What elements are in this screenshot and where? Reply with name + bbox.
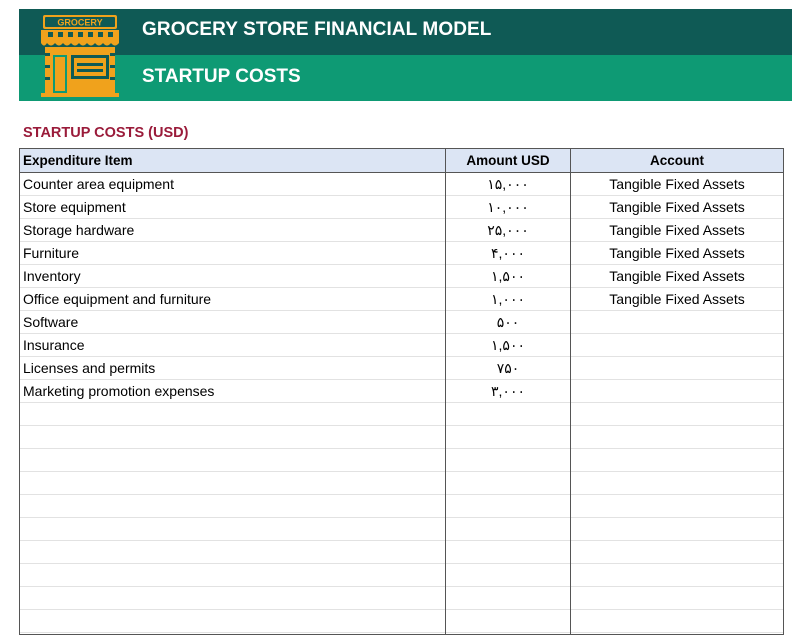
column-header-expenditure-item: Expenditure Item: [23, 153, 133, 168]
amount-cell[interactable]: [446, 587, 570, 610]
amount-cell[interactable]: [446, 449, 570, 472]
table-row[interactable]: [20, 564, 783, 587]
table-row[interactable]: [20, 472, 783, 495]
table-row[interactable]: Marketing promotion expenses ۳,۰۰۰: [20, 380, 783, 403]
amount-cell[interactable]: ۲۵,۰۰۰: [446, 219, 570, 242]
expenditure-item-cell[interactable]: [23, 564, 443, 587]
account-cell[interactable]: Tangible Fixed Assets: [571, 173, 783, 196]
table-row[interactable]: Counter area equipment ۱۵,۰۰۰ Tangible Fix…: [20, 173, 783, 196]
account-cell[interactable]: [571, 587, 783, 610]
expenditure-item-cell[interactable]: [23, 495, 443, 518]
table-row[interactable]: Furniture ۴,۰۰۰ Tangible Fixed Assets: [20, 242, 783, 265]
table-row[interactable]: Licenses and permits ۷۵۰: [20, 357, 783, 380]
account-cell[interactable]: [571, 518, 783, 541]
table-row[interactable]: [20, 426, 783, 449]
column-divider: [570, 149, 571, 634]
expenditure-item-cell[interactable]: [23, 541, 443, 564]
account-cell[interactable]: Tangible Fixed Assets: [571, 242, 783, 265]
account-cell[interactable]: Tangible Fixed Assets: [571, 196, 783, 219]
expenditure-item-cell[interactable]: [23, 610, 443, 633]
account-cell[interactable]: Tangible Fixed Assets: [571, 265, 783, 288]
section-title: STARTUP COSTS (USD): [23, 125, 189, 141]
expenditure-item-cell[interactable]: Store equipment: [23, 196, 443, 219]
page-title: STARTUP COSTS: [142, 66, 301, 87]
account-cell[interactable]: Tangible Fixed Assets: [571, 219, 783, 242]
expenditure-item-cell[interactable]: Insurance: [23, 334, 443, 357]
app-title: GROCERY STORE FINANCIAL MODEL: [142, 19, 492, 40]
expenditure-item-cell[interactable]: [23, 472, 443, 495]
amount-cell[interactable]: [446, 564, 570, 587]
account-cell[interactable]: Tangible Fixed Assets: [571, 288, 783, 311]
amount-cell[interactable]: [446, 610, 570, 633]
expenditure-item-cell[interactable]: [23, 587, 443, 610]
table-row[interactable]: [20, 449, 783, 472]
amount-cell[interactable]: [446, 403, 570, 426]
header-subtitle-band: [19, 55, 792, 101]
amount-cell[interactable]: [446, 426, 570, 449]
account-cell[interactable]: [571, 564, 783, 587]
table-row[interactable]: Office equipment and furniture ۱,۰۰۰ Tangi…: [20, 288, 783, 311]
logo-text: GROCERY: [57, 18, 102, 28]
column-header-account: Account: [650, 153, 704, 168]
expenditure-item-cell[interactable]: [23, 518, 443, 541]
column-divider: [445, 149, 446, 634]
account-cell[interactable]: [571, 495, 783, 518]
amount-cell[interactable]: ۱,۰۰۰: [446, 288, 570, 311]
amount-cell[interactable]: ۴,۰۰۰: [446, 242, 570, 265]
expenditure-item-cell[interactable]: [23, 426, 443, 449]
table-row[interactable]: Software ۵۰۰: [20, 311, 783, 334]
expenditure-item-cell[interactable]: [23, 403, 443, 426]
amount-cell[interactable]: [446, 518, 570, 541]
expenditure-item-cell[interactable]: Inventory: [23, 265, 443, 288]
account-cell[interactable]: [571, 426, 783, 449]
header: GROCERY GROCERY STORE FINANCIAL MODEL ST…: [19, 9, 792, 101]
account-cell[interactable]: [571, 449, 783, 472]
amount-cell[interactable]: ۱۵,۰۰۰: [446, 173, 570, 196]
table-row[interactable]: Inventory ۱,۵۰۰ Tangible Fixed Assets: [20, 265, 783, 288]
account-cell[interactable]: [571, 311, 783, 334]
table-row[interactable]: [20, 518, 783, 541]
amount-cell[interactable]: ۱۰,۰۰۰: [446, 196, 570, 219]
amount-cell[interactable]: [446, 472, 570, 495]
account-cell[interactable]: [571, 541, 783, 564]
table-row[interactable]: [20, 495, 783, 518]
startup-costs-table: Expenditure Item Amount USD Account Coun…: [19, 148, 784, 635]
account-cell[interactable]: [571, 357, 783, 380]
grocery-store-icon: GROCERY: [41, 15, 119, 97]
table-row[interactable]: [20, 610, 783, 633]
amount-cell[interactable]: ۱,۵۰۰: [446, 265, 570, 288]
account-cell[interactable]: [571, 472, 783, 495]
expenditure-item-cell[interactable]: Office equipment and furniture: [23, 288, 443, 311]
amount-cell[interactable]: [446, 541, 570, 564]
expenditure-item-cell[interactable]: Storage hardware: [23, 219, 443, 242]
amount-cell[interactable]: ۱,۵۰۰: [446, 334, 570, 357]
expenditure-item-cell[interactable]: Marketing promotion expenses: [23, 380, 443, 403]
amount-cell[interactable]: ۷۵۰: [446, 357, 570, 380]
expenditure-item-cell[interactable]: Counter area equipment: [23, 173, 443, 196]
expenditure-item-cell[interactable]: Software: [23, 311, 443, 334]
account-cell[interactable]: [571, 610, 783, 633]
expenditure-item-cell[interactable]: [23, 449, 443, 472]
account-cell[interactable]: [571, 380, 783, 403]
table-row[interactable]: Insurance ۱,۵۰۰: [20, 334, 783, 357]
account-cell[interactable]: [571, 403, 783, 426]
amount-cell[interactable]: ۵۰۰: [446, 311, 570, 334]
column-header-amount-usd: Amount USD: [466, 153, 550, 168]
table-row[interactable]: [20, 403, 783, 426]
expenditure-item-cell[interactable]: Licenses and permits: [23, 357, 443, 380]
table-row[interactable]: [20, 541, 783, 564]
table-header-row: Expenditure Item Amount USD Account: [20, 149, 783, 173]
table-row[interactable]: Store equipment ۱۰,۰۰۰ Tangible Fixed Asse…: [20, 196, 783, 219]
amount-cell[interactable]: ۳,۰۰۰: [446, 380, 570, 403]
expenditure-item-cell[interactable]: Furniture: [23, 242, 443, 265]
amount-cell[interactable]: [446, 495, 570, 518]
table-row[interactable]: [20, 587, 783, 610]
account-cell[interactable]: [571, 334, 783, 357]
table-row[interactable]: Storage hardware ۲۵,۰۰۰ Tangible Fixed Ass…: [20, 219, 783, 242]
